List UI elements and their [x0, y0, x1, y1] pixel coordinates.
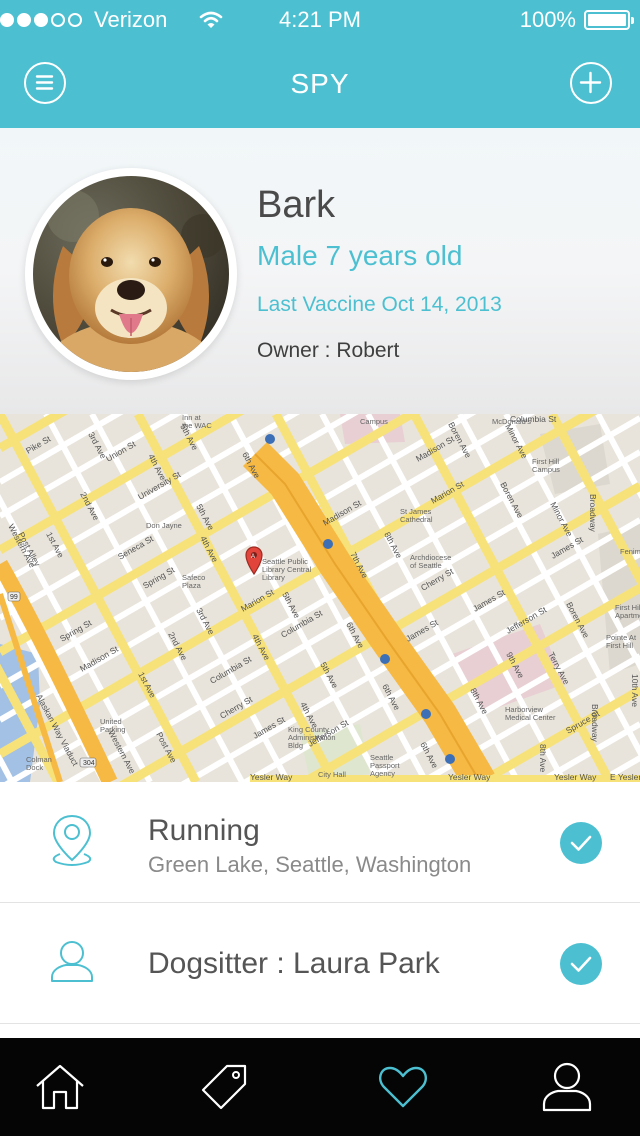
battery-percent: 100%	[519, 7, 576, 32]
nav-bar: SPY	[0, 52, 640, 114]
svg-text:Library: Library	[262, 573, 285, 582]
pet-avatar[interactable]	[33, 176, 229, 372]
battery-icon	[584, 10, 634, 30]
check-button[interactable]	[560, 822, 602, 864]
svg-text:Campus: Campus	[360, 417, 388, 426]
svg-text:Campus: Campus	[532, 465, 560, 474]
tab-home[interactable]	[33, 1060, 87, 1114]
svg-text:McDonald's: McDonald's	[492, 417, 531, 426]
profile-icon	[542, 1062, 592, 1112]
status-right: 100%	[519, 7, 634, 33]
svg-text:the WAC: the WAC	[182, 421, 212, 430]
svg-text:E Yesler: E Yesler	[610, 772, 640, 782]
svg-text:Medical Center: Medical Center	[505, 713, 556, 722]
tag-icon	[201, 1064, 247, 1110]
add-button[interactable]	[570, 62, 612, 104]
tab-bar	[0, 1038, 640, 1136]
pet-profile: Bark Male 7 years old Last Vaccine Oct 1…	[0, 128, 640, 414]
dog-photo	[33, 176, 229, 372]
activity-subtitle: Green Lake, Seattle, Washington	[148, 852, 472, 877]
tab-favorites[interactable]	[376, 1060, 430, 1114]
pet-gender-age: Male 7 years old	[257, 240, 463, 271]
status-bar: Verizon 4:21 PM 100%	[0, 0, 640, 40]
svg-text:Parking: Parking	[100, 725, 125, 734]
activity-title: Dogsitter : Laura Park	[148, 947, 440, 980]
pet-owner: Owner : Robert	[257, 339, 400, 362]
svg-text:8th Ave: 8th Ave	[538, 744, 548, 772]
pet-name: Bark	[257, 184, 336, 226]
pet-avatar-ring	[25, 168, 237, 380]
person-icon	[51, 941, 93, 982]
svg-text:A: A	[251, 554, 255, 560]
check-button[interactable]	[560, 943, 602, 985]
svg-text:304: 304	[83, 760, 95, 767]
svg-text:Agency: Agency	[370, 769, 395, 778]
tab-tags[interactable]	[197, 1060, 251, 1114]
svg-text:Plaza: Plaza	[182, 581, 202, 590]
location-pin-icon	[52, 814, 92, 866]
svg-text:Bldg: Bldg	[288, 741, 303, 750]
activity-title: Running	[148, 814, 260, 847]
tab-profile[interactable]	[540, 1060, 594, 1114]
map-canvas: A Pike St Union St University St Seneca …	[0, 414, 640, 782]
svg-text:of Seattle: of Seattle	[410, 561, 442, 570]
svg-text:Broadway: Broadway	[590, 704, 600, 743]
svg-text:First Hill: First Hill	[606, 641, 633, 650]
svg-text:Cathedral: Cathedral	[400, 515, 433, 524]
page-title: SPY	[290, 68, 350, 99]
list-item-running[interactable]: Running Green Lake, Seattle, Washington	[0, 782, 640, 903]
svg-text:Yesler Way: Yesler Way	[250, 772, 293, 782]
home-icon	[36, 1064, 84, 1110]
add-icon	[579, 71, 602, 94]
svg-text:Apartments: Apartments	[615, 611, 640, 620]
svg-text:City Hall: City Hall	[318, 770, 346, 779]
checkmark-icon	[570, 956, 592, 972]
svg-text:99: 99	[10, 594, 18, 601]
pet-vaccine: Last Vaccine Oct 14, 2013	[257, 293, 502, 316]
svg-text:Yesler Way: Yesler Way	[448, 772, 491, 782]
svg-text:Don Jayne: Don Jayne	[146, 521, 182, 530]
heart-icon	[378, 1066, 428, 1108]
top-bar: Verizon 4:21 PM 100% SPY	[0, 0, 640, 128]
checkmark-icon	[570, 835, 592, 851]
map-view[interactable]: A Pike St Union St University St Seneca …	[0, 414, 640, 782]
svg-text:Yesler Way: Yesler Way	[554, 772, 597, 782]
list-item-dogsitter[interactable]: Dogsitter : Laura Park	[0, 903, 640, 1024]
svg-text:Broadway: Broadway	[588, 494, 598, 533]
svg-text:Dock: Dock	[26, 763, 43, 772]
svg-text:Fenimore: Fenimore	[620, 547, 640, 556]
svg-text:10th Ave: 10th Ave	[630, 674, 640, 707]
